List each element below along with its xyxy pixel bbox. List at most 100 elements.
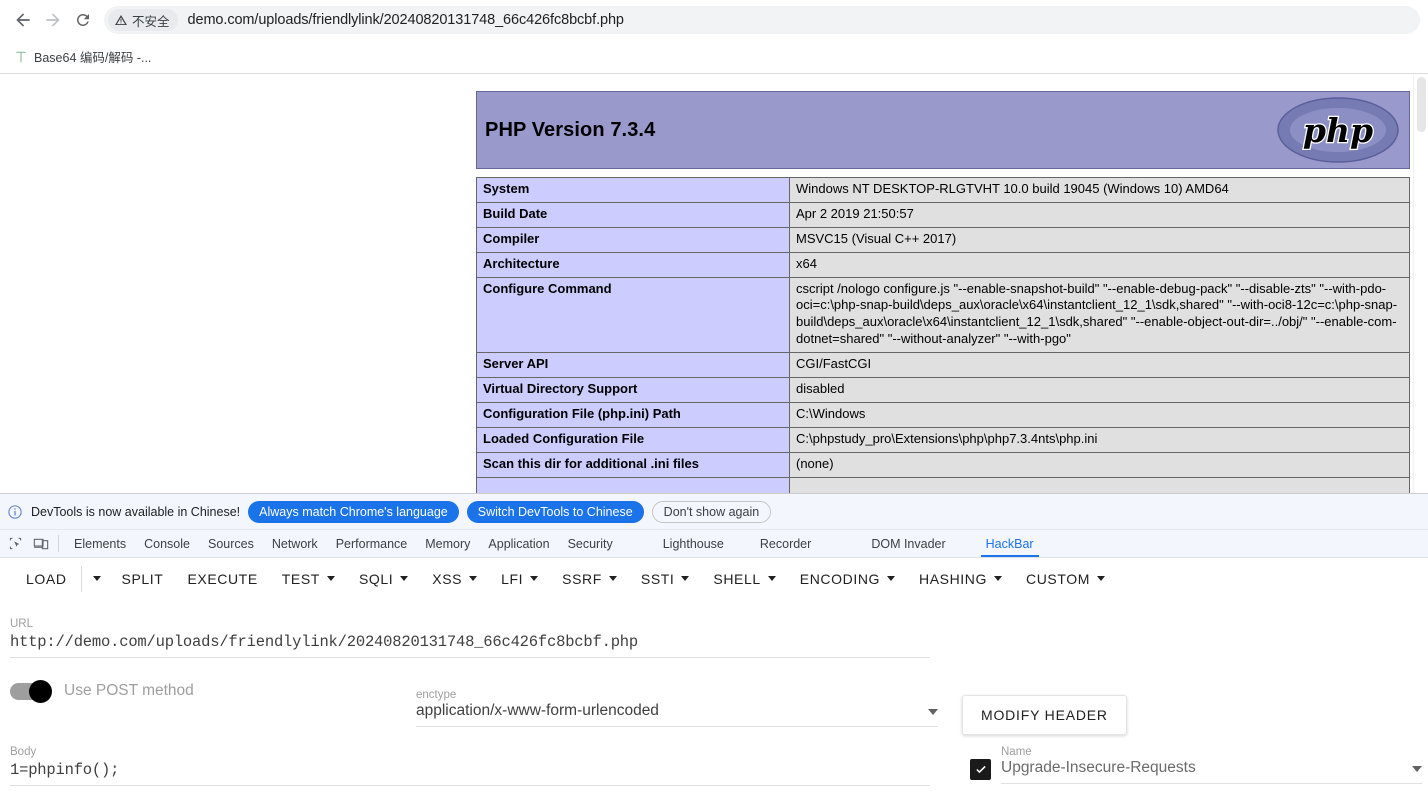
always-match-chrome-language-button[interactable]: Always match Chrome's language	[248, 500, 459, 523]
tab-network[interactable]: Network	[263, 530, 327, 557]
table-row: Scan this dir for additional .ini files(…	[476, 451, 1410, 478]
table-row: Build Date Apr 2 2019 21:50:57	[476, 201, 1410, 228]
chevron-down-icon	[530, 576, 539, 581]
reload-button[interactable]	[68, 5, 98, 35]
row-value: cscript /nologo configure.js "--enable-s…	[789, 276, 1410, 354]
warning-triangle-icon	[115, 15, 127, 25]
tab-security[interactable]: Security	[559, 530, 622, 557]
ssrf-menu-button[interactable]: SSRF	[550, 565, 629, 593]
chevron-down-icon	[1097, 576, 1106, 581]
devtools-tab-bar: Elements Console Sources Network Perform…	[0, 530, 1428, 558]
toolbar-divider	[58, 535, 59, 552]
row-value: disabled	[789, 377, 1410, 403]
row-value: Windows NT DESKTOP-RLGTVHT 10.0 build 19…	[789, 177, 1410, 203]
tab-label: Performance	[335, 536, 408, 551]
tab-lighthouse[interactable]: Lighthouse	[654, 530, 733, 557]
menu-label: SSRF	[562, 570, 602, 587]
table-row: Virtual Directory Support disabled	[476, 377, 1410, 403]
forward-button[interactable]	[38, 5, 68, 35]
execute-button[interactable]: EXECUTE	[175, 565, 269, 593]
php-version-banner: PHP Version 7.3.4 php	[476, 91, 1410, 169]
enctype-field-group: enctype application/x-www-form-urlencode…	[416, 688, 938, 727]
tab-recorder[interactable]: Recorder	[751, 530, 820, 557]
row-key: Loaded Configuration File	[476, 426, 790, 453]
row-key: Configure Command	[476, 276, 790, 354]
use-post-method-label: Use POST method	[64, 682, 194, 699]
header-enabled-checkbox[interactable]	[970, 759, 991, 780]
row-key: System	[476, 177, 790, 203]
url-input[interactable]: http://demo.com/uploads/friendlylink/202…	[10, 631, 930, 658]
tab-dom-invader[interactable]: DOM Invader	[862, 530, 954, 557]
row-key: Configuration File (php.ini) Path	[476, 401, 790, 428]
shell-menu-button[interactable]: SHELL	[701, 565, 787, 593]
row-value: x64	[789, 251, 1410, 278]
lfi-menu-button[interactable]: LFI	[489, 565, 550, 593]
xss-menu-button[interactable]: XSS	[420, 565, 489, 593]
tab-hackbar[interactable]: HackBar	[977, 530, 1043, 557]
tab-application[interactable]: Application	[479, 530, 558, 557]
table-row: Compiler MSVC15 (Visual C++ 2017)	[476, 226, 1410, 253]
table-row	[476, 476, 1410, 493]
header-name-label: Name	[1001, 746, 1032, 758]
modify-header-button[interactable]: MODIFY HEADER	[962, 695, 1127, 735]
table-row: Configuration File (php.ini) Path C:\Wind…	[476, 401, 1410, 428]
bookmark-item-label: Base64 编码/解码 -...	[34, 51, 152, 65]
enctype-select[interactable]: application/x-www-form-urlencoded	[416, 702, 938, 727]
hashing-menu-button[interactable]: HASHING	[907, 565, 1014, 593]
load-dropdown-button[interactable]	[84, 570, 110, 587]
menu-label: XSS	[432, 570, 463, 587]
row-value: Apr 2 2019 21:50:57	[789, 201, 1410, 228]
header-name-select[interactable]: Upgrade-Insecure-Requests	[1001, 759, 1422, 784]
row-key: Architecture	[476, 251, 790, 278]
toolbar-divider	[80, 565, 82, 592]
body-field-group: Body 1=phpinfo();	[10, 745, 930, 786]
svg-text:php: php	[1303, 111, 1373, 150]
encoding-menu-button[interactable]: ENCODING	[788, 565, 907, 593]
ssti-menu-button[interactable]: SSTI	[629, 565, 702, 593]
tab-label: Console	[144, 536, 190, 551]
table-row: System Windows NT DESKTOP-RLGTVHT 10.0 bu…	[476, 177, 1410, 203]
row-key: Virtual Directory Support	[476, 377, 790, 403]
use-post-method-toggle[interactable]	[10, 679, 52, 703]
phpinfo-core-table: System Windows NT DESKTOP-RLGTVHT 10.0 bu…	[476, 177, 1410, 493]
page-scrollbar-thumb[interactable]	[1417, 77, 1426, 132]
dont-show-again-button[interactable]: Don't show again	[651, 500, 772, 523]
address-bar[interactable]: 不安全 demo.com/uploads/friendlylink/202408…	[104, 6, 1420, 34]
table-row: Configure Command cscript /nologo configu…	[476, 276, 1410, 354]
security-status-chip[interactable]: 不安全	[108, 9, 178, 31]
php-logo-icon: php	[1277, 97, 1399, 163]
load-button[interactable]: LOAD	[14, 565, 79, 593]
toggle-knob	[29, 679, 52, 703]
custom-menu-button[interactable]: CUSTOM	[1014, 565, 1117, 593]
devtools-language-infobar: DevTools is now available in Chinese! Al…	[0, 494, 1428, 530]
page-scrollbar[interactable]	[1413, 75, 1428, 493]
switch-devtools-to-chinese-button[interactable]: Switch DevTools to Chinese	[466, 500, 644, 523]
tab-label: Elements	[74, 536, 127, 551]
header-name-value: Upgrade-Insecure-Requests	[1001, 759, 1196, 776]
sqli-menu-button[interactable]: SQLI	[347, 565, 420, 593]
tab-sources[interactable]: Sources	[199, 530, 263, 557]
chevron-down-icon	[608, 576, 617, 581]
test-menu-button[interactable]: TEST	[270, 565, 347, 593]
chevron-down-icon	[928, 709, 938, 715]
split-button[interactable]: SPLIT	[110, 565, 176, 593]
tab-memory[interactable]: Memory	[416, 530, 479, 557]
inspect-element-icon[interactable]	[2, 530, 28, 557]
tab-console[interactable]: Console	[135, 530, 199, 557]
tab-elements[interactable]: Elements	[65, 530, 135, 557]
menu-label: LFI	[501, 570, 524, 587]
tab-label: Sources	[207, 536, 254, 551]
row-key	[476, 476, 790, 493]
back-button[interactable]	[8, 5, 38, 35]
hackbar-toolbar: LOAD SPLIT EXECUTE TEST SQLI XSS LFI SSR…	[0, 559, 1428, 599]
tab-performance[interactable]: Performance	[327, 530, 417, 557]
table-row: Architecture x64	[476, 251, 1410, 278]
chevron-down-icon	[326, 576, 335, 581]
chevron-down-icon	[767, 576, 776, 581]
body-input[interactable]: 1=phpinfo();	[10, 759, 930, 786]
device-toolbar-icon[interactable]	[28, 530, 54, 557]
menu-label: HASHING	[919, 570, 988, 587]
bookmark-item-base64[interactable]: Base64 编码/解码 -...	[8, 45, 157, 69]
address-bar-url[interactable]: demo.com/uploads/friendlylink/2024082013…	[188, 12, 624, 28]
tab-label: DOM Invader	[871, 536, 946, 551]
